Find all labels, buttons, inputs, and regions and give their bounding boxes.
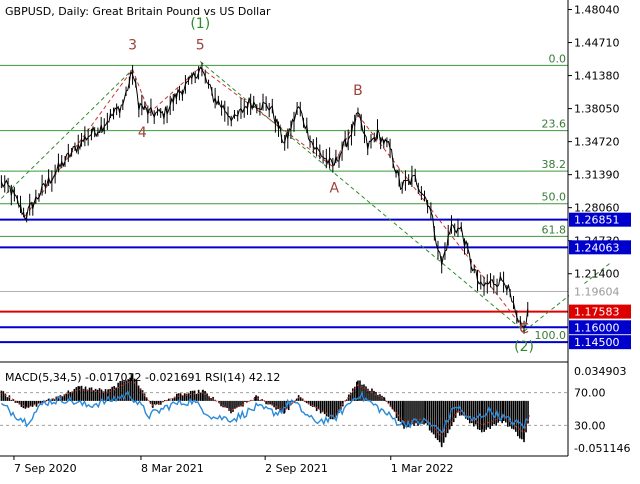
rsi-level-label: 70.00 bbox=[574, 387, 606, 400]
chart-title: GBPUSD, Daily: Great Britain Pound vs US… bbox=[5, 5, 271, 18]
x-tick-label: 7 Sep 2020 bbox=[14, 462, 77, 475]
fib-label: 61.8 bbox=[542, 223, 567, 236]
level-tag-label: 1.17583 bbox=[574, 306, 620, 319]
fib-label: 100.0 bbox=[535, 329, 567, 342]
fib-label: 0.0 bbox=[549, 52, 567, 65]
fib-label: 50.0 bbox=[542, 191, 567, 204]
fib-label: 38.2 bbox=[542, 158, 567, 171]
chart-svg: 0.0 23.6 38.2 50.0 61.8 100.0 3 4 5 (1) A B C (2) 1.… bbox=[0, 0, 640, 480]
y-tick-label: 1.34720 bbox=[574, 136, 620, 149]
macd-top-label: 0.034903 bbox=[574, 365, 627, 378]
wave-label-A: A bbox=[329, 180, 339, 196]
level-tag-label: 1.24063 bbox=[574, 241, 620, 254]
fib-label: 23.6 bbox=[542, 118, 567, 131]
level-tag-label: 1.14500 bbox=[574, 336, 620, 349]
x-tick-label: 8 Mar 2021 bbox=[141, 462, 204, 475]
current-price-label: 1.19604 bbox=[574, 286, 620, 299]
x-tick-label: 1 Mar 2022 bbox=[391, 462, 454, 475]
macd-bottom-label: -0.051146 bbox=[574, 442, 630, 455]
y-tick-label: 1.38050 bbox=[574, 103, 620, 116]
y-tick-label: 1.31390 bbox=[574, 169, 620, 182]
wave-label-C: C bbox=[519, 321, 529, 337]
wave-label-4: 4 bbox=[138, 125, 147, 141]
y-tick-label: 1.41380 bbox=[574, 70, 620, 83]
y-tick-label: 1.21400 bbox=[574, 268, 620, 281]
wave-label-p2p: (2) bbox=[514, 339, 534, 355]
wave-label-3: 3 bbox=[128, 38, 137, 54]
level-tag-label: 1.16000 bbox=[574, 321, 620, 334]
wave-label-p1p: (1) bbox=[190, 16, 210, 32]
indicator-label: MACD(5,34,5) -0.017012 -0.021691 RSI(14)… bbox=[5, 371, 280, 384]
x-tick-label: 2 Sep 2021 bbox=[265, 462, 328, 475]
gbpusd-chart: 0.0 23.6 38.2 50.0 61.8 100.0 3 4 5 (1) A B C (2) 1.… bbox=[0, 0, 640, 480]
level-tag-label: 1.26851 bbox=[574, 214, 620, 227]
wave-label-B: B bbox=[353, 83, 363, 99]
y-tick-label: 1.48040 bbox=[574, 4, 620, 17]
wave-label-5: 5 bbox=[196, 38, 205, 54]
rsi-level-label: 30.00 bbox=[574, 419, 606, 432]
y-tick-label: 1.44710 bbox=[574, 37, 620, 50]
